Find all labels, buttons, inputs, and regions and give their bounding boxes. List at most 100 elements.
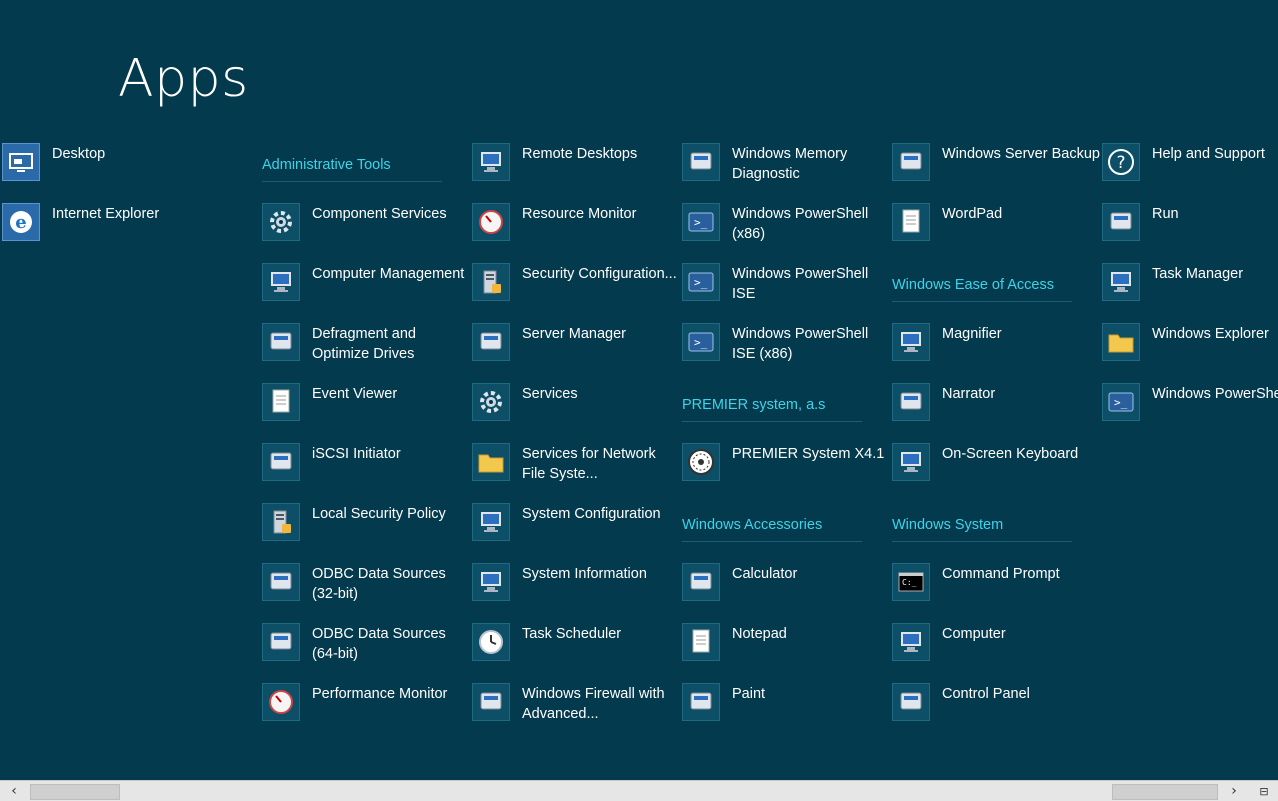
- app-tile-help-and-support[interactable]: ? Help and Support: [1102, 140, 1278, 200]
- scroll-right-button[interactable]: ›: [1220, 781, 1248, 801]
- control-panel-icon: [892, 683, 930, 721]
- app-tile-narrator[interactable]: Narrator: [892, 380, 1092, 440]
- group-header-premier-system-a-s[interactable]: PREMIER system, a.s: [682, 380, 882, 440]
- app-label: Desktop: [52, 146, 106, 162]
- scroll-thumb-left[interactable]: [30, 784, 120, 800]
- performance-monitor-icon: [262, 683, 300, 721]
- group-header-windows-accessories[interactable]: Windows Accessories: [682, 500, 882, 560]
- app-label: Windows PowerShell (x86): [732, 206, 869, 242]
- app-label: Windows Server Backup: [942, 146, 1100, 162]
- app-tile-component-services[interactable]: Component Services: [262, 200, 462, 260]
- services-gear-icon: [472, 383, 510, 421]
- group-header-administrative-tools[interactable]: Administrative Tools: [262, 140, 462, 200]
- app-tile-windows-server-backup[interactable]: Windows Server Backup: [892, 140, 1100, 200]
- app-label: Task Scheduler: [522, 626, 622, 642]
- chevron-right-icon: ›: [1231, 783, 1237, 799]
- app-tile-calculator[interactable]: Calculator: [682, 560, 882, 620]
- app-label: Internet Explorer: [52, 206, 160, 222]
- app-label: ODBC Data Sources (32-bit): [312, 566, 446, 602]
- app-tile-server-manager[interactable]: Server Manager: [472, 320, 672, 380]
- task-scheduler-clock-icon: [472, 623, 510, 661]
- app-label: Windows PowerShell: [1152, 386, 1278, 402]
- scroll-thumb-right[interactable]: [1112, 784, 1218, 800]
- app-tile-windows-firewall-with-advanced[interactable]: Windows Firewall with Advanced...: [472, 680, 672, 740]
- app-tile-wordpad[interactable]: WordPad: [892, 200, 1092, 260]
- app-tile-windows-powershell-ise[interactable]: >_ Windows PowerShell ISE: [682, 260, 882, 320]
- app-label: Control Panel: [942, 686, 1030, 702]
- app-label: iSCSI Initiator: [312, 446, 401, 462]
- svg-text:>_: >_: [694, 336, 708, 349]
- computer-icon: [892, 623, 930, 661]
- app-tile-services[interactable]: Services: [472, 380, 672, 440]
- group-title: Windows Ease of Access: [892, 277, 1054, 293]
- app-tile-remote-desktops[interactable]: Remote Desktops: [472, 140, 672, 200]
- app-tile-odbc-data-sources-32-bit[interactable]: ODBC Data Sources (32-bit): [262, 560, 462, 620]
- remote-desktops-icon: [472, 143, 510, 181]
- semantic-zoom-icon: ⊟: [1259, 784, 1269, 798]
- app-tile-security-configuration[interactable]: Security Configuration...: [472, 260, 677, 320]
- app-tile-desktop[interactable]: Desktop: [2, 140, 202, 200]
- scroll-left-button[interactable]: ‹: [0, 781, 28, 801]
- group-header-windows-system[interactable]: Windows System: [892, 500, 1092, 560]
- app-tile-odbc-data-sources-64-bit[interactable]: ODBC Data Sources (64-bit): [262, 620, 462, 680]
- on-screen-keyboard-icon: [892, 443, 930, 481]
- app-tile-internet-explorer[interactable]: e Internet Explorer: [2, 200, 202, 260]
- app-tile-windows-powershell[interactable]: >_ Windows PowerShell: [1102, 380, 1278, 440]
- app-tile-windows-powershell-x86[interactable]: >_ Windows PowerShell (x86): [682, 200, 882, 260]
- odbc-32-icon: [262, 563, 300, 601]
- app-label: Command Prompt: [942, 566, 1060, 582]
- app-label: ODBC Data Sources (64-bit): [312, 626, 446, 662]
- app-tile-computer-management[interactable]: Computer Management: [262, 260, 464, 320]
- app-tile-paint[interactable]: Paint: [682, 680, 882, 740]
- app-tile-control-panel[interactable]: Control Panel: [892, 680, 1092, 740]
- app-tile-windows-explorer[interactable]: Windows Explorer: [1102, 320, 1278, 380]
- app-tile-magnifier[interactable]: Magnifier: [892, 320, 1092, 380]
- computer-management-icon: [262, 263, 300, 301]
- app-tile-resource-monitor[interactable]: Resource Monitor: [472, 200, 672, 260]
- app-label: Windows Memory Diagnostic: [732, 146, 848, 182]
- chevron-left-icon: ‹: [11, 783, 17, 799]
- page-title: Apps: [118, 49, 249, 109]
- horizontal-scrollbar[interactable]: ‹ › ⊟: [0, 780, 1278, 801]
- app-tile-windows-powershell-ise-x86[interactable]: >_ Windows PowerShell ISE (x86): [682, 320, 882, 380]
- group-header-windows-ease-of-access[interactable]: Windows Ease of Access: [892, 260, 1092, 320]
- app-tile-command-prompt[interactable]: C:_ Command Prompt: [892, 560, 1092, 620]
- nfs-services-icon: [472, 443, 510, 481]
- app-label: Remote Desktops: [522, 146, 638, 162]
- app-tile-computer[interactable]: Computer: [892, 620, 1092, 680]
- app-tile-system-information[interactable]: System Information: [472, 560, 672, 620]
- semantic-zoom-button[interactable]: ⊟: [1250, 781, 1278, 801]
- app-tile-event-viewer[interactable]: Event Viewer: [262, 380, 462, 440]
- firewall-icon: [472, 683, 510, 721]
- app-tile-performance-monitor[interactable]: Performance Monitor: [262, 680, 462, 740]
- app-tile-task-manager[interactable]: Task Manager: [1102, 260, 1278, 320]
- app-tile-windows-memory-diagnostic[interactable]: Windows Memory Diagnostic: [682, 140, 882, 200]
- app-tile-local-security-policy[interactable]: Local Security Policy: [262, 500, 462, 560]
- apps-column-1: Desktop e Internet Explorer: [2, 140, 202, 260]
- app-label: Help and Support: [1152, 146, 1265, 162]
- app-label: Calculator: [732, 566, 798, 582]
- app-label: Event Viewer: [312, 386, 398, 402]
- app-label: Services for Network File Syste...: [522, 446, 656, 482]
- group-divider: [682, 421, 862, 422]
- app-label: WordPad: [942, 206, 1003, 222]
- powershell-x86-icon: >_: [682, 203, 720, 241]
- run-icon: [1102, 203, 1140, 241]
- app-tile-on-screen-keyboard[interactable]: On-Screen Keyboard: [892, 440, 1092, 500]
- app-tile-system-configuration[interactable]: System Configuration: [472, 500, 672, 560]
- app-label: Task Manager: [1152, 266, 1244, 282]
- app-tile-premier-system-x4-1[interactable]: PREMIER System X4.1: [682, 440, 884, 500]
- app-tile-defragment-and-optimize-drives[interactable]: Defragment and Optimize Drives: [262, 320, 462, 380]
- app-tile-notepad[interactable]: Notepad: [682, 620, 882, 680]
- help-question-icon: ?: [1102, 143, 1140, 181]
- app-label: Local Security Policy: [312, 506, 446, 522]
- notepad-icon: [682, 623, 720, 661]
- app-tile-task-scheduler[interactable]: Task Scheduler: [472, 620, 672, 680]
- app-tile-run[interactable]: Run: [1102, 200, 1278, 260]
- app-label: Narrator: [942, 386, 996, 402]
- app-tile-services-for-network-file-syste[interactable]: Services for Network File Syste...: [472, 440, 672, 500]
- group-title: Windows System: [892, 517, 1004, 533]
- command-prompt-icon: C:_: [892, 563, 930, 601]
- app-tile-iscsi-initiator[interactable]: iSCSI Initiator: [262, 440, 462, 500]
- memory-diagnostic-icon: [682, 143, 720, 181]
